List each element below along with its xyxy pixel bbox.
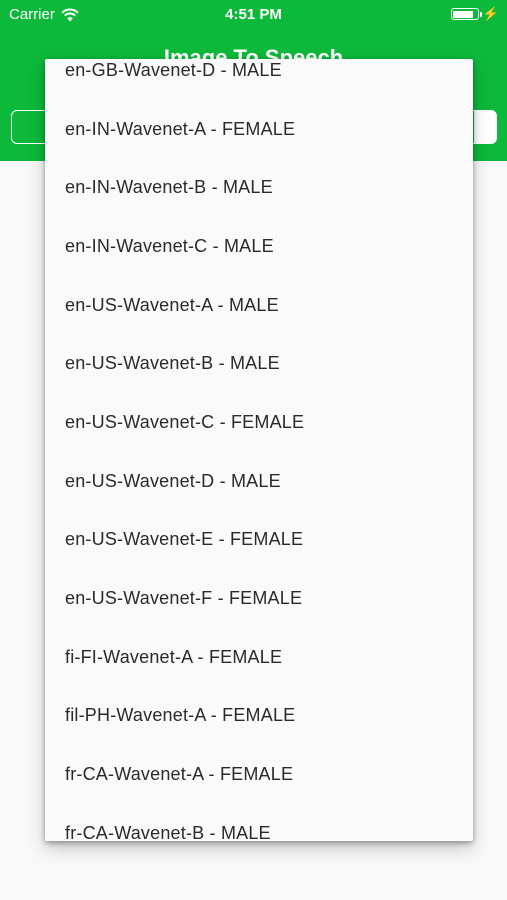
battery-indicator: ⚡ — [450, 6, 499, 22]
status-bar: Carrier 4:51 PM ⚡ — [0, 0, 507, 30]
clock: 4:51 PM — [225, 6, 282, 23]
voice-options-list: en-GB-Wavenet-D - MALE en-IN-Wavenet-A - … — [45, 59, 473, 841]
voice-option[interactable]: en-US-Wavenet-D - MALE — [45, 452, 473, 511]
voice-option[interactable]: fr-CA-Wavenet-A - FEMALE — [45, 745, 473, 804]
voice-option[interactable]: en-IN-Wavenet-A - FEMALE — [45, 100, 473, 159]
voice-dropdown-menu[interactable]: en-GB-Wavenet-D - MALE en-IN-Wavenet-A - … — [45, 59, 473, 841]
voice-option[interactable]: fil-PH-Wavenet-A - FEMALE — [45, 687, 473, 746]
charging-icon: ⚡ — [482, 6, 499, 21]
voice-option[interactable]: en-IN-Wavenet-C - MALE — [45, 217, 473, 276]
voice-option[interactable]: en-US-Wavenet-B - MALE — [45, 334, 473, 393]
voice-option[interactable]: en-IN-Wavenet-B - MALE — [45, 158, 473, 217]
battery-icon — [450, 8, 482, 20]
voice-option[interactable]: en-US-Wavenet-F - FEMALE — [45, 569, 473, 628]
voice-option[interactable]: en-GB-Wavenet-D - MALE — [45, 59, 473, 100]
voice-option[interactable]: fr-CA-Wavenet-B - MALE — [45, 804, 473, 841]
voice-option[interactable]: en-US-Wavenet-E - FEMALE — [45, 511, 473, 570]
voice-option[interactable]: fi-FI-Wavenet-A - FEMALE — [45, 628, 473, 687]
voice-option[interactable]: en-US-Wavenet-A - MALE — [45, 276, 473, 335]
voice-option[interactable]: en-US-Wavenet-C - FEMALE — [45, 393, 473, 452]
